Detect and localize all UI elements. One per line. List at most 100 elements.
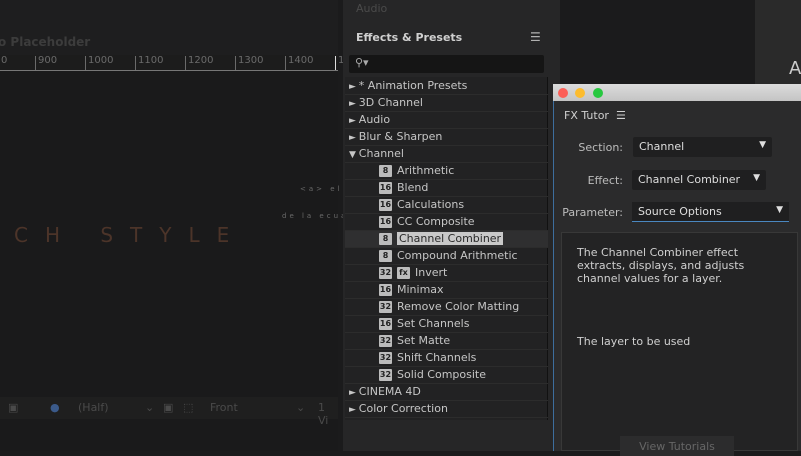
close-button[interactable] [558, 88, 568, 98]
disclosure-closed-icon[interactable]: ► [345, 116, 359, 126]
zoom-button[interactable] [593, 88, 603, 98]
effect-category[interactable]: ► Blur & Sharpen [345, 129, 548, 146]
search-input[interactable] [349, 55, 544, 73]
bit-depth-badge-icon: 32 [379, 335, 392, 347]
effect-item[interactable]: 32 Shift Channels [345, 350, 548, 367]
chevron-down-icon: ▼ [753, 173, 760, 183]
effect-item[interactable]: 32 Set Matte [345, 333, 548, 350]
effect-label: 3D Channel [358, 96, 423, 109]
effect-label: Invert [415, 266, 448, 279]
color-channel-icon[interactable]: ● [50, 401, 60, 414]
effect-category[interactable]: ► Color Correction [345, 401, 548, 418]
effect-value: Channel Combiner [638, 173, 741, 186]
bit-depth-badge-icon: 8 [379, 233, 392, 245]
ruler-tick: 1200 [185, 56, 213, 70]
effect-item[interactable]: 16 Calculations [345, 197, 548, 214]
bit-depth-badge-icon: 8 [379, 165, 392, 177]
view-select[interactable]: Front [210, 401, 238, 414]
parameter-dropdown[interactable]: Source Options ▼ [632, 202, 789, 222]
effect-label: Solid Composite [397, 368, 487, 381]
ruler[interactable]: 0 900 1000 1100 1200 1300 1400 1 [0, 55, 344, 71]
effect-label: Arithmetic [397, 164, 455, 177]
bit-depth-badge-icon: 8 [379, 250, 392, 262]
ruler-tick: 1300 [235, 56, 263, 70]
composition-title: o Placeholder [0, 35, 91, 49]
effect-category[interactable]: ▼ Channel [345, 146, 548, 163]
effect-item[interactable]: 32 Solid Composite [345, 367, 548, 384]
disclosure-closed-icon[interactable]: ► [345, 82, 359, 92]
region-icon[interactable]: ▣ [163, 401, 173, 414]
views-count-select[interactable]: 1 Vi [318, 401, 338, 427]
effect-item[interactable]: 8 Arithmetic [345, 163, 548, 180]
section-dropdown[interactable]: Channel ▼ [633, 137, 772, 157]
camera-icon[interactable]: ▣ [8, 401, 18, 414]
effect-item[interactable]: 16 Minimax [345, 282, 548, 299]
bit-depth-badge-icon: 16 [379, 182, 392, 194]
bit-depth-badge-icon: 16 [379, 318, 392, 330]
fx-tutor-title: FX Tutor ☰ [564, 109, 626, 122]
effect-item[interactable]: 16 CC Composite [345, 214, 548, 231]
ruler-tick: 1400 [285, 56, 313, 70]
effect-label: Channel [358, 147, 404, 160]
effect-dropdown[interactable]: Channel Combiner ▼ [632, 170, 766, 190]
hamburger-icon[interactable]: ☰ [612, 109, 626, 122]
effect-category[interactable]: ► Audio [345, 112, 548, 129]
effect-label: * Animation Presets [358, 79, 468, 92]
effect-label: Set Matte [397, 334, 451, 347]
canvas-title-text: CH STYLE [14, 223, 247, 247]
effect-item[interactable]: 8 Compound Arithmetic [345, 248, 548, 265]
gpu-accelerated-icon: fx [397, 267, 410, 279]
effect-label: Color Correction [358, 402, 448, 415]
disclosure-closed-icon[interactable]: ► [345, 99, 359, 109]
effect-item[interactable]: 8 Channel Combiner [345, 231, 548, 248]
effect-label: Remove Color Matting [397, 300, 520, 313]
effect-label: Blur & Sharpen [358, 130, 443, 143]
chevron-down-icon: ▼ [759, 140, 766, 150]
chevron-down-icon[interactable]: ⌄ [145, 401, 154, 414]
transparency-grid-icon[interactable]: ⬚ [183, 401, 193, 414]
search-icon[interactable]: ⚲▾ [355, 56, 369, 69]
disclosure-closed-icon[interactable]: ► [345, 133, 359, 143]
effect-label: Set Channels [397, 317, 470, 330]
view-tutorials-button[interactable]: View Tutorials [620, 436, 734, 456]
effect-label: Effect: [587, 174, 623, 187]
fx-tutor-title-text: FX Tutor [564, 109, 609, 122]
panel-letter: A [789, 58, 801, 79]
disclosure-open-icon[interactable]: ▼ [345, 150, 359, 160]
effect-item[interactable]: 16 Blend [345, 180, 548, 197]
disclosure-closed-icon[interactable]: ► [345, 388, 359, 398]
effect-category[interactable]: ► * Animation Presets [345, 78, 548, 95]
disclosure-closed-icon[interactable]: ► [345, 405, 359, 415]
effect-category[interactable]: ► CINEMA 4D [345, 384, 548, 401]
tab-audio[interactable]: Audio [356, 2, 387, 15]
chevron-down-icon[interactable]: ⌄ [296, 401, 305, 414]
resolution-select[interactable]: (Half) [78, 401, 109, 414]
effect-item[interactable]: 32 Remove Color Matting [345, 299, 548, 316]
effect-category[interactable]: ► 3D Channel [345, 95, 548, 112]
effect-label: CC Composite [397, 215, 475, 228]
bit-depth-badge-icon: 16 [379, 284, 392, 296]
parameter-value: Source Options [638, 205, 722, 218]
minimize-button[interactable] [575, 88, 585, 98]
canvas-text: de la ecua [282, 212, 349, 220]
section-value: Channel [639, 140, 685, 153]
effect-label: Channel Combiner [397, 232, 504, 245]
window-titlebar[interactable] [553, 84, 801, 101]
bit-depth-badge-icon: 32 [379, 369, 392, 381]
ruler-tick: 1000 [85, 56, 113, 70]
hamburger-icon[interactable]: ☰ [530, 30, 541, 44]
viewer-toolbar: ▣ ● (Half) ⌄ ▣ ⬚ Front ⌄ 1 Vi [0, 397, 338, 427]
bit-depth-badge-icon: 32 [379, 352, 392, 364]
bit-depth-badge-icon: 32 [379, 301, 392, 313]
parameter-description: The layer to be used [577, 335, 691, 348]
effect-description: The Channel Combiner effect extracts, di… [577, 246, 745, 285]
side-panel: A [755, 0, 801, 84]
effect-item[interactable]: 16 Set Channels [345, 316, 548, 333]
bit-depth-badge-icon: 32 [379, 267, 392, 279]
effects-list: ► * Animation Presets ► 3D Channel ► Audio… [345, 77, 548, 420]
section-label: Section: [578, 141, 623, 154]
effect-label: Compound Arithmetic [397, 249, 518, 262]
effect-item[interactable]: 32 fx Invert [345, 265, 548, 282]
bit-depth-badge-icon: 16 [379, 199, 392, 211]
effect-label: CINEMA 4D [358, 385, 421, 398]
